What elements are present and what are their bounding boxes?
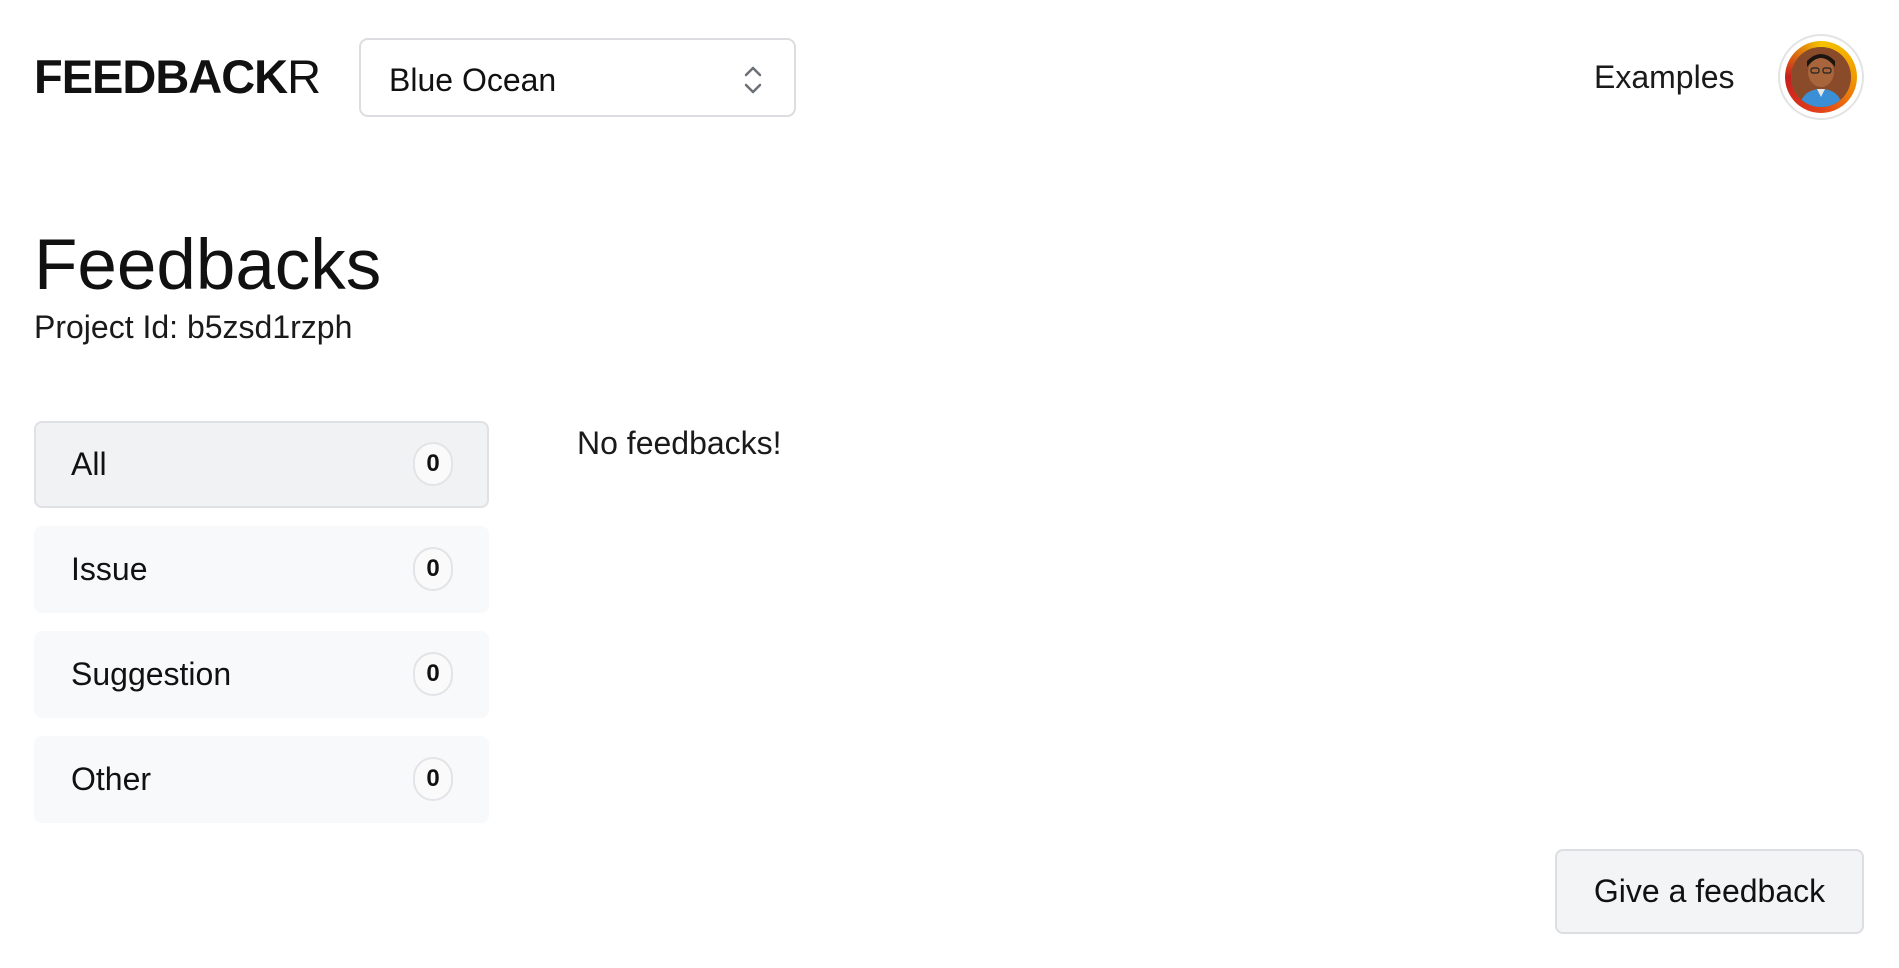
filter-item-suggestion[interactable]: Suggestion 0 (34, 631, 489, 718)
filter-label: Other (71, 761, 152, 797)
page-title: Feedbacks (34, 226, 382, 305)
person-icon (1791, 47, 1851, 107)
logo-text-light: R (287, 50, 321, 103)
filter-count-badge: 0 (413, 652, 453, 696)
project-id: Project Id: b5zsd1rzph (34, 308, 352, 346)
filter-item-other[interactable]: Other 0 (34, 736, 489, 823)
filter-item-issue[interactable]: Issue 0 (34, 526, 489, 613)
avatar-ring (1785, 41, 1857, 113)
filter-list: All 0 Issue 0 Suggestion 0 Other 0 (34, 421, 489, 841)
filter-label: All (71, 446, 107, 482)
project-select-value: Blue Ocean (389, 62, 557, 98)
give-feedback-button[interactable]: Give a feedback (1555, 849, 1864, 934)
logo-text-bold: FEEDBACK (34, 50, 288, 103)
examples-link[interactable]: Examples (1594, 58, 1735, 96)
filter-count-badge: 0 (413, 757, 453, 801)
filter-label: Issue (71, 551, 148, 587)
filter-count-badge: 0 (413, 547, 453, 591)
top-header: FEEDBACKR Blue Ocean Examples (0, 0, 1899, 160)
chevron-up-down-icon (744, 66, 762, 94)
project-id-value: b5zsd1rzph (186, 309, 353, 345)
empty-state-message: No feedbacks! (577, 425, 782, 461)
filter-item-all[interactable]: All 0 (34, 421, 489, 508)
project-id-label: Project Id: (34, 309, 179, 345)
project-select[interactable]: Blue Ocean (359, 38, 796, 117)
avatar-photo (1791, 47, 1851, 107)
filter-label: Suggestion (71, 656, 232, 692)
user-avatar[interactable] (1778, 34, 1864, 120)
filter-count-badge: 0 (413, 442, 453, 486)
app-logo[interactable]: FEEDBACKR (34, 50, 321, 104)
